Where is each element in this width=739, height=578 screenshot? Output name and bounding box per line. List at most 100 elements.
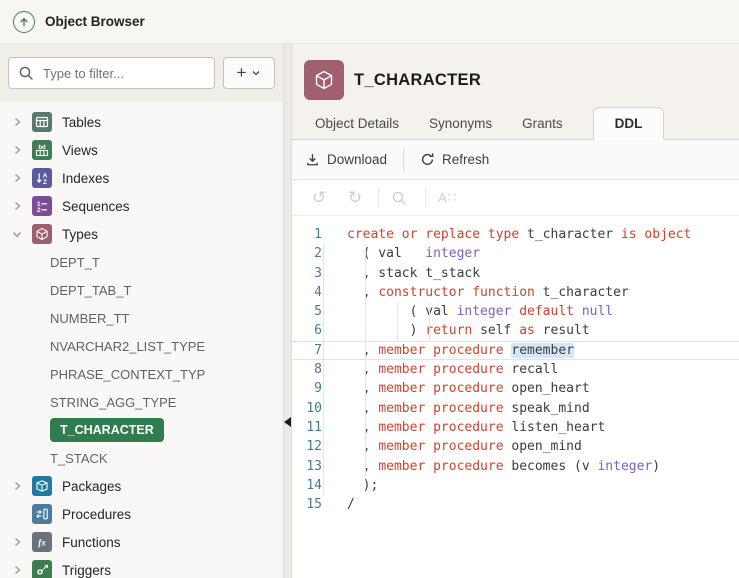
procedures-icon [32, 504, 52, 524]
tree-child-label: PHRASE_CONTEXT_TYP [50, 366, 206, 382]
code-text: , member procedure open_heart [347, 381, 590, 397]
code-line[interactable]: 6 ) return self as result [292, 321, 739, 340]
chevron-right-icon[interactable] [10, 172, 24, 184]
panel-splitter[interactable] [283, 44, 292, 578]
sidebar-item-number-tt[interactable]: NUMBER_TT [0, 304, 283, 332]
undo-icon[interactable]: ↺ [308, 189, 330, 206]
sidebar-item-sequences[interactable]: 12 Sequences [0, 192, 283, 220]
tab-ddl[interactable]: DDL [592, 107, 665, 140]
code-text: / [347, 497, 355, 513]
chevron-right-icon[interactable] [10, 564, 24, 576]
sidebar-item-t-character-selected[interactable]: T_CHARACTER [0, 416, 283, 444]
tables-icon [32, 112, 52, 132]
sidebar-item-triggers[interactable]: σ Triggers [0, 556, 283, 578]
object-header-area: T_CHARACTER Object Details Synonyms Gran… [292, 44, 739, 140]
line-number: 2 [314, 246, 322, 262]
code-line[interactable]: 11 , member procedure listen_heart [292, 418, 739, 437]
functions-icon: fx [32, 532, 52, 552]
filter-input[interactable] [41, 64, 205, 82]
code-text: , constructor function t_character [347, 284, 629, 300]
text-size-icon[interactable]: A∷ [438, 191, 457, 204]
code-line[interactable]: 4 , constructor function t_character [292, 283, 739, 302]
chevron-right-icon[interactable] [10, 536, 24, 548]
sidebar-item-dept-t[interactable]: DEPT_T [0, 248, 283, 276]
code-line[interactable]: 9 , member procedure open_heart [292, 379, 739, 398]
code-line[interactable]: 13 , member procedure becomes (v integer… [292, 457, 739, 476]
line-number: 6 [314, 323, 322, 339]
sidebar-item-phrase-context-typ[interactable]: PHRASE_CONTEXT_TYP [0, 360, 283, 388]
line-number: 11 [306, 419, 322, 435]
sidebar-item-label: Indexes [62, 170, 110, 186]
chevron-right-icon[interactable] [10, 200, 24, 212]
sidebar-item-nvarchar2-list-type[interactable]: NVARCHAR2_LIST_TYPE [0, 332, 283, 360]
code-line[interactable]: 14 ); [292, 476, 739, 495]
code-line[interactable]: 8 , member procedure recall [292, 360, 739, 379]
svg-text:σ: σ [37, 568, 44, 577]
filter-searchbox[interactable] [8, 57, 215, 89]
sidebar-item-string-agg-type[interactable]: STRING_AGG_TYPE [0, 388, 283, 416]
views-icon: bd [32, 140, 52, 160]
types-icon [32, 224, 52, 244]
refresh-button[interactable]: Refresh [420, 152, 489, 167]
line-number: 15 [306, 497, 322, 513]
tab-synonyms[interactable]: Synonyms [429, 108, 492, 139]
collapse-sidebar-icon[interactable] [284, 417, 291, 427]
sidebar-item-functions[interactable]: fx Functions [0, 528, 283, 556]
code-text: , member procedure speak_mind [347, 400, 590, 416]
sidebar-item-t-stack[interactable]: T_STACK [0, 444, 283, 472]
sidebar-item-label: Views [62, 142, 98, 158]
up-arrow-circle-icon[interactable] [13, 10, 35, 33]
selected-tree-item[interactable]: T_CHARACTER [50, 418, 164, 442]
tab-grants[interactable]: Grants [522, 108, 563, 139]
create-object-button[interactable]: + [223, 57, 275, 89]
tree-child-label: DEPT_TAB_T [50, 282, 132, 298]
chevron-right-icon[interactable] [10, 144, 24, 156]
svg-text:fx: fx [38, 537, 46, 547]
top-bar: Object Browser [0, 0, 739, 44]
code-line[interactable]: 5 ( val integer default null [292, 302, 739, 321]
code-line[interactable]: 12 , member procedure open_mind [292, 437, 739, 456]
object-name-title: T_CHARACTER [354, 70, 482, 89]
object-tree-sidebar: + Tables bd [0, 44, 283, 578]
refresh-label: Refresh [442, 152, 490, 167]
download-label: Download [327, 152, 388, 167]
sidebar-item-tables[interactable]: Tables [0, 108, 283, 136]
object-tabs: Object Details Synonyms Grants DDL [292, 106, 739, 140]
line-number: 13 [306, 458, 322, 474]
code-line[interactable]: 10 , member procedure speak_mind [292, 399, 739, 418]
code-line[interactable]: 3 , stack t_stack [292, 264, 739, 283]
indent-guide [397, 302, 398, 341]
tab-object-details[interactable]: Object Details [315, 108, 399, 139]
ddl-code-editor[interactable]: 1 create or replace type t_character is o… [292, 216, 739, 578]
code-line[interactable]: 1 create or replace type t_character is o… [292, 225, 739, 244]
code-text: ) return self as result [347, 323, 590, 339]
editor-toolbar-divider [378, 187, 379, 208]
sidebar-item-dept-tab-t[interactable]: DEPT_TAB_T [0, 276, 283, 304]
code-text: , stack t_stack [347, 265, 481, 281]
sidebar-item-indexes[interactable]: AZ Indexes [0, 164, 283, 192]
download-button[interactable]: Download [305, 152, 387, 167]
sidebar-item-packages[interactable]: Packages [0, 472, 283, 500]
sidebar-item-label: Tables [62, 114, 102, 130]
chevron-down-icon[interactable] [10, 228, 24, 240]
redo-icon[interactable]: ↻ [344, 189, 366, 206]
line-number: 12 [306, 439, 322, 455]
object-browser-window: Object Browser + [0, 0, 739, 578]
sidebar-item-procedures[interactable]: Procedures [0, 500, 283, 528]
code-lines: 1 create or replace type t_character is o… [292, 225, 739, 514]
find-icon[interactable] [391, 190, 413, 206]
sidebar-item-types[interactable]: Types [0, 220, 283, 248]
chevron-right-icon[interactable] [10, 480, 24, 492]
line-number: 9 [314, 381, 322, 397]
chevron-right-icon[interactable] [10, 116, 24, 128]
code-line[interactable]: 15 / [292, 495, 739, 514]
line-number: 8 [314, 362, 322, 378]
code-line[interactable]: 2 ( val integer [292, 244, 739, 263]
sidebar-item-label: Functions [62, 534, 121, 550]
sidebar-item-label: Sequences [62, 198, 130, 214]
sidebar-item-views[interactable]: bd Views [0, 136, 283, 164]
code-text: ); [347, 477, 379, 493]
code-line[interactable]: 7 , member procedure remember [292, 341, 739, 360]
sidebar-item-label: Types [62, 226, 99, 242]
line-number: 1 [314, 227, 322, 242]
